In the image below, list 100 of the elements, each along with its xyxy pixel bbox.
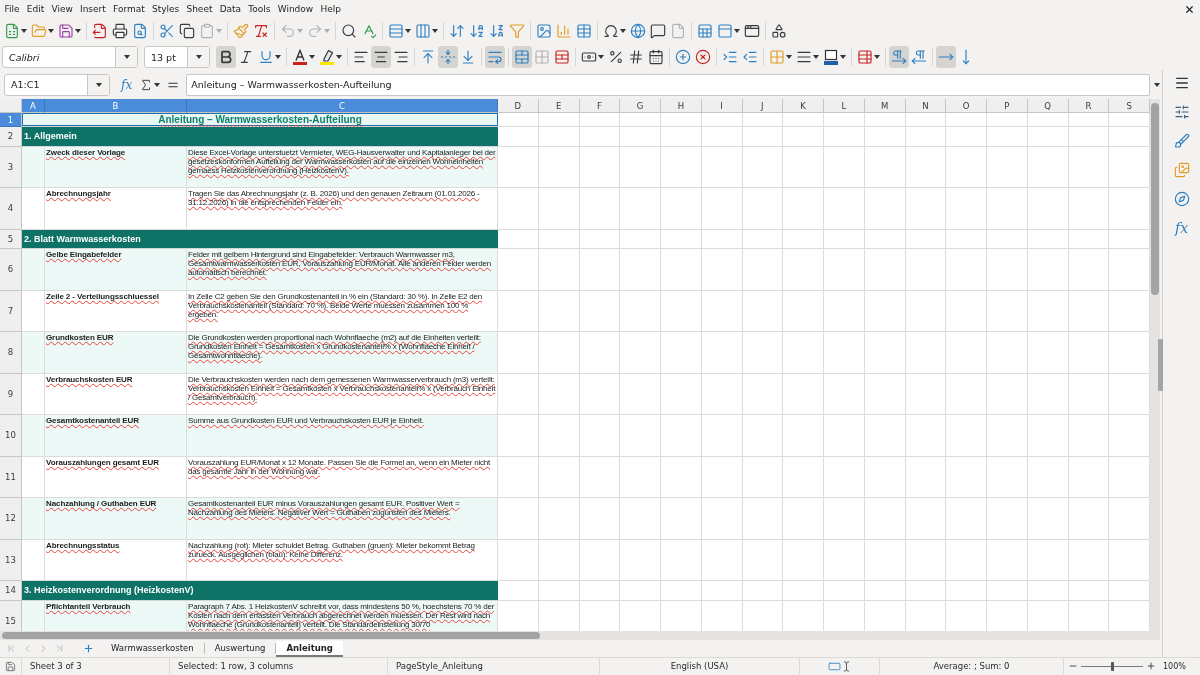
sheet-tab[interactable]: Auswertung [204, 640, 276, 657]
bold-button[interactable] [216, 46, 236, 68]
row-header[interactable]: 10 [0, 415, 22, 457]
table-cell [538, 146, 580, 188]
align-center-button[interactable] [371, 46, 391, 68]
page-style: PageStyle_Anleitung [396, 661, 483, 671]
table-cell [824, 332, 865, 374]
table-cell: Grundkosten EUR [45, 332, 187, 374]
table-cell [783, 249, 824, 291]
row-header[interactable]: 4 [0, 188, 22, 230]
table-cell [538, 415, 580, 457]
table-cell [946, 249, 987, 291]
caret-icon [620, 29, 626, 33]
table-cell [661, 146, 702, 188]
horizontal-scrollbar[interactable] [0, 631, 1160, 640]
name-box[interactable]: A1:C1 [4, 73, 110, 96]
column-header[interactable]: O [946, 99, 987, 113]
text-horizontal-button[interactable] [936, 46, 956, 68]
formula-input[interactable]: Anleitung – Warmwasserkosten-Aufteilung [186, 73, 1150, 96]
column-header[interactable]: G [620, 99, 661, 113]
table-cell [701, 539, 743, 581]
column-header[interactable]: P [987, 99, 1028, 113]
column-header[interactable]: E [538, 99, 580, 113]
column-header[interactable]: H [661, 99, 702, 113]
column-header[interactable]: R [1068, 99, 1110, 113]
column-header[interactable]: K [783, 99, 824, 113]
table-cell [1027, 249, 1069, 291]
table-cell [1027, 456, 1069, 498]
vertical-scrollbar[interactable] [1150, 99, 1160, 631]
function-wizard-button[interactable]: fx [118, 73, 136, 96]
table-cell [742, 146, 784, 188]
sliders-icon [1173, 104, 1190, 120]
selection-mode-icon[interactable] [827, 659, 852, 673]
table-cell [742, 456, 784, 498]
plus-icon[interactable] [1146, 661, 1156, 671]
table-cell [1068, 290, 1110, 332]
row-header[interactable]: 12 [0, 498, 22, 540]
menu-item[interactable]: Styles [148, 1, 183, 17]
selection-sum: Average: ; Sum: 0 [933, 661, 1010, 671]
highlighter-icon [319, 49, 335, 65]
sheet-tab[interactable]: Anleitung [276, 640, 343, 657]
menu-item[interactable]: Tools [244, 1, 275, 17]
table-cell [946, 456, 987, 498]
column-header[interactable]: N [905, 99, 947, 113]
column-header[interactable]: D [498, 99, 539, 113]
align-middle-button[interactable] [438, 46, 458, 68]
menu-item[interactable]: Window [274, 1, 317, 17]
table-cell [620, 373, 661, 415]
table-cell [620, 498, 661, 540]
menu-item[interactable]: Edit [23, 1, 48, 17]
table-cell [946, 498, 987, 540]
menu-item[interactable]: File [1, 1, 24, 17]
table-cell [783, 290, 824, 332]
column-header[interactable]: L [824, 99, 865, 113]
column-header[interactable]: S [1109, 99, 1150, 113]
table-cell [22, 249, 45, 291]
table-cell [620, 581, 661, 601]
menu-item[interactable]: Sheet [182, 1, 217, 17]
wrap-text-button[interactable] [485, 46, 505, 68]
row-header[interactable]: 2 [0, 127, 22, 147]
menu-item[interactable]: Insert [76, 1, 110, 17]
sidebar-handle[interactable] [1158, 339, 1163, 391]
table-cell [661, 498, 702, 540]
row-header[interactable]: 15 [0, 600, 22, 631]
table-cell [1068, 229, 1110, 249]
row-header[interactable]: 11 [0, 456, 22, 498]
menu-item[interactable]: View [47, 1, 77, 17]
menu-item[interactable]: Format [109, 1, 149, 17]
left-to-right-button[interactable] [889, 46, 909, 68]
row-header[interactable]: 13 [0, 539, 22, 581]
row-header[interactable]: 8 [0, 332, 22, 374]
row-header[interactable]: 9 [0, 373, 22, 415]
functions-button[interactable]: fx [1168, 216, 1195, 240]
menu-item[interactable]: Data [216, 1, 245, 17]
column-header[interactable]: J [742, 99, 784, 113]
scrollbar-thumb[interactable] [2, 632, 540, 639]
row-header[interactable]: 3 [0, 146, 22, 188]
column-header[interactable]: F [579, 99, 621, 113]
slider-thumb[interactable] [1111, 661, 1114, 671]
caret-icon [75, 29, 81, 33]
font-name-box[interactable]: Calibri [2, 46, 138, 68]
column-header[interactable]: M [864, 99, 906, 113]
column-header[interactable]: Q [1027, 99, 1069, 113]
table-cell [579, 456, 621, 498]
scrollbar-thumb[interactable] [1151, 103, 1159, 295]
sheet-tab[interactable]: Warmwasserkosten [101, 640, 204, 657]
table-cell [538, 229, 580, 249]
merge-center-button[interactable] [512, 46, 532, 68]
table-cell [783, 127, 824, 147]
row-header[interactable]: 14 [0, 581, 22, 601]
table-cell: Summe aus Grundkosten EUR und Verbrauchskosten EUR je Einheit. [187, 415, 498, 457]
row-header[interactable]: 5 [0, 229, 22, 249]
funnel-icon [509, 23, 525, 39]
menu-item[interactable]: Help [316, 1, 345, 17]
font-size-box[interactable]: 13 pt [144, 46, 210, 68]
table-cell [498, 332, 539, 374]
row-header[interactable]: 6 [0, 249, 22, 291]
column-header[interactable]: I [701, 99, 743, 113]
table-cell [987, 146, 1028, 188]
row-header[interactable]: 7 [0, 290, 22, 332]
